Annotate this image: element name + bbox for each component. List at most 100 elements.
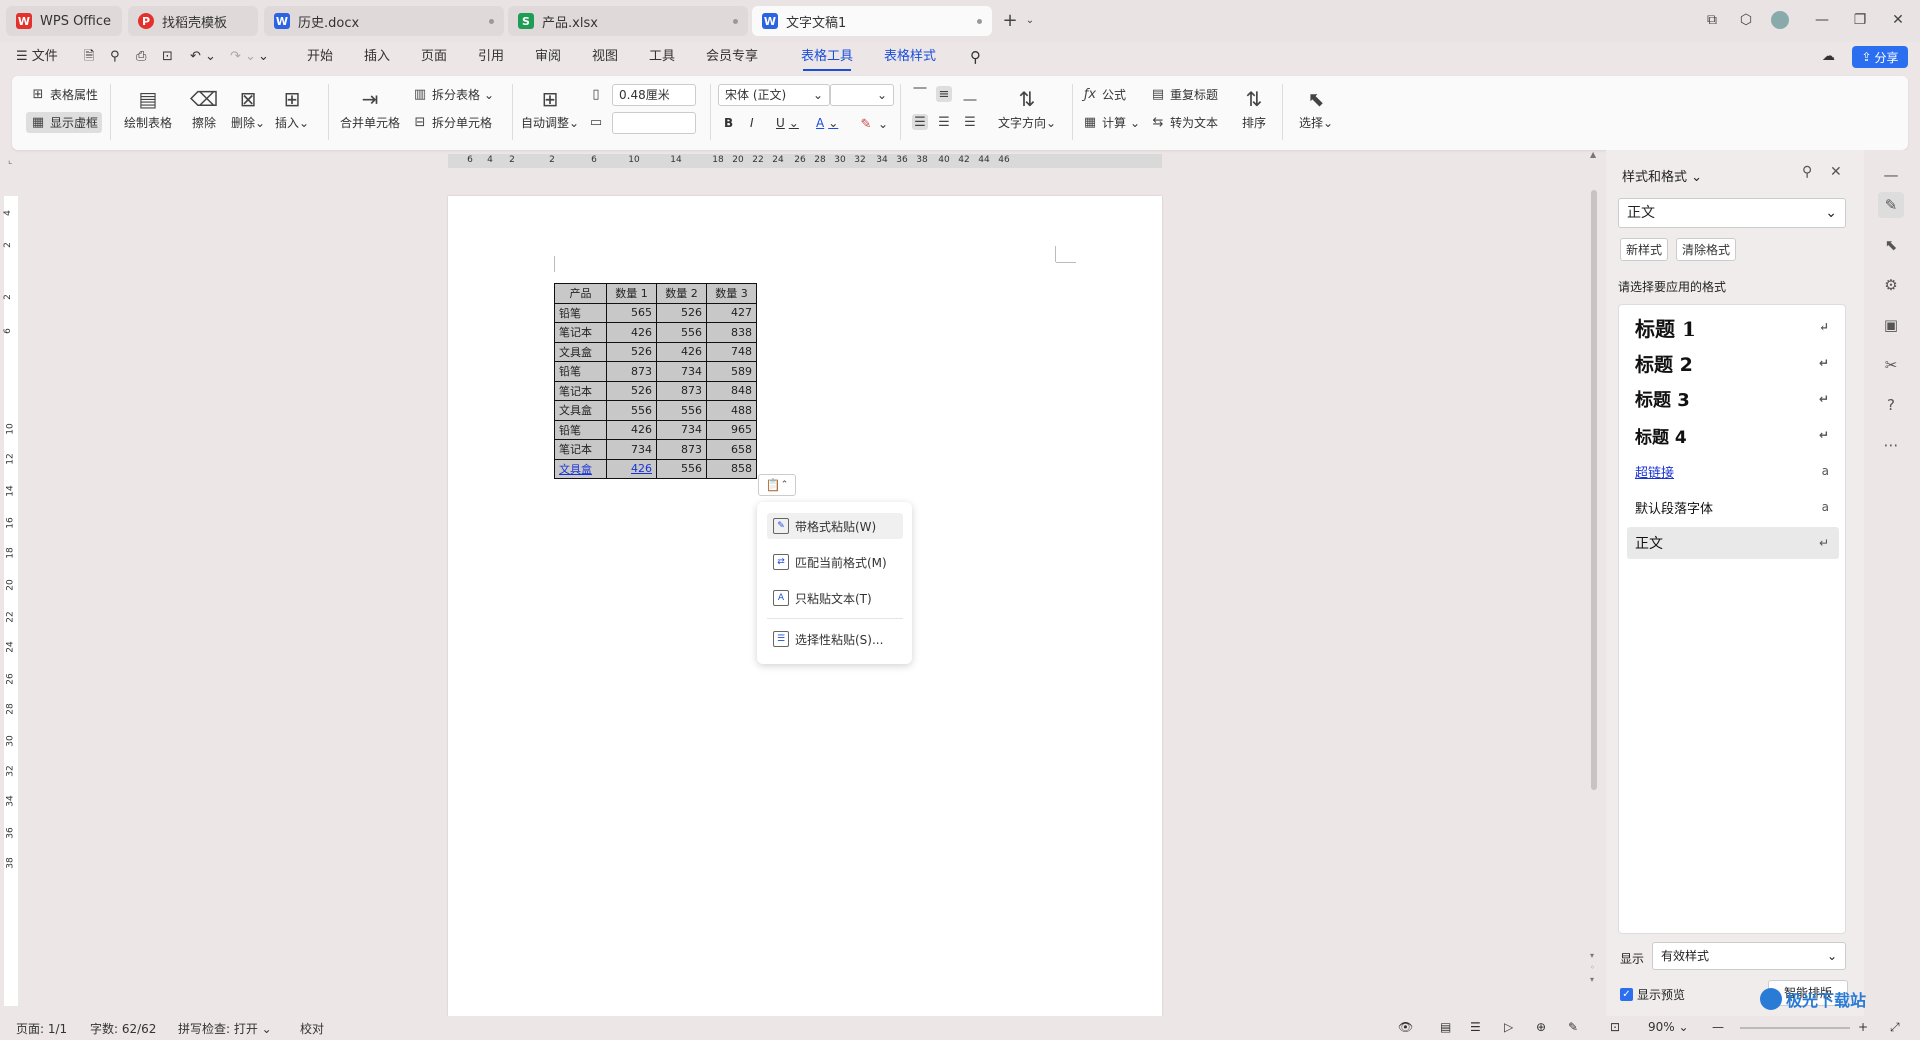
table-header-cell[interactable]: 数量 1 xyxy=(606,283,657,304)
paste-text-only-item[interactable]: A 只粘贴文本(T) xyxy=(767,585,903,611)
style-heading-1[interactable]: 标题 1 ↵ xyxy=(1627,311,1839,343)
redo-icon[interactable]: ↷ ⌄ xyxy=(230,42,256,72)
style-heading-3[interactable]: 标题 3 ↵ xyxy=(1627,383,1839,415)
more-icon[interactable]: ⋯ xyxy=(1878,432,1904,458)
menu-table-style[interactable]: 表格样式 xyxy=(884,42,936,72)
help-icon[interactable]: ? xyxy=(1878,392,1904,418)
table-cell[interactable]: 556 xyxy=(606,400,657,421)
table-cell[interactable]: 426 xyxy=(606,458,657,479)
vertical-scrollbar[interactable]: ▲ ▾ ◦ ▾ xyxy=(1588,150,1600,1016)
menu-view[interactable]: 视图 xyxy=(592,42,618,72)
table-cell[interactable]: 铅笔 xyxy=(554,302,607,323)
table-cell[interactable]: 文具盒 xyxy=(554,458,607,479)
align-bottom-icon[interactable]: ⎽ xyxy=(962,86,978,102)
calculate-button[interactable]: ▦ 计算 ⌄ xyxy=(1082,114,1140,131)
show-gridlines-button[interactable]: ▦ 显示虚框 xyxy=(26,112,103,133)
align-top-icon[interactable]: ⎺ xyxy=(912,86,928,102)
collapse-icon[interactable]: — xyxy=(1878,162,1904,188)
align-left-icon[interactable]: ☰ xyxy=(912,114,928,130)
table-cell[interactable]: 838 xyxy=(706,322,757,343)
proofread[interactable]: 校对 xyxy=(300,1020,324,1037)
play-icon[interactable]: ▷ xyxy=(1504,1020,1513,1034)
tools-icon[interactable]: ✂ xyxy=(1878,352,1904,378)
pin-icon[interactable]: ⚲ xyxy=(1802,164,1812,180)
table-cell[interactable]: 文具盒 xyxy=(554,341,607,362)
table-cell[interactable]: 565 xyxy=(606,302,657,323)
zoom-in-icon[interactable]: + xyxy=(1858,1020,1868,1034)
print-preview-icon[interactable]: ⊡ xyxy=(162,42,173,72)
paste-keep-format-item[interactable]: ✎ 带格式粘贴(W) xyxy=(767,513,903,539)
cube-icon[interactable]: ⬡ xyxy=(1734,8,1758,32)
sort-button[interactable]: ⇅ 排序 xyxy=(1234,84,1274,131)
scroll-thumb[interactable] xyxy=(1591,190,1597,790)
tab-document1[interactable]: W 文字文稿1 xyxy=(752,6,992,36)
paste-special-item[interactable]: ☰ 选择性粘贴(S)... xyxy=(767,626,903,652)
cell-height-input[interactable] xyxy=(612,112,696,134)
save-icon[interactable]: 🗎 xyxy=(84,42,94,72)
style-heading-2[interactable]: 标题 2 ↵ xyxy=(1627,347,1839,379)
align-center-icon[interactable]: ☰ xyxy=(936,114,952,130)
settings-sliders-icon[interactable]: ⚙ xyxy=(1878,272,1904,298)
fullscreen-icon[interactable]: ⤢ xyxy=(1890,1020,1900,1035)
undo-icon[interactable]: ↶ ⌄ xyxy=(190,42,216,72)
pen-icon[interactable]: ✎ xyxy=(1568,1020,1578,1034)
split-table-button[interactable]: ▥ 拆分表格 ⌄ xyxy=(412,86,494,103)
merge-cells-button[interactable]: ⇥ 合并单元格 xyxy=(338,84,402,131)
table-cell[interactable]: 556 xyxy=(656,322,707,343)
cloud-icon[interactable]: ☁ xyxy=(1822,42,1835,72)
table-cell[interactable]: 铅笔 xyxy=(554,419,607,440)
print-icon[interactable]: ⎙ xyxy=(136,42,146,72)
web-view-icon[interactable]: ⊕ xyxy=(1536,1020,1546,1034)
table-cell[interactable]: 858 xyxy=(706,458,757,479)
more-chevron-icon[interactable]: ⌄ xyxy=(258,42,269,72)
panel-title[interactable]: 样式和格式 ⌄ xyxy=(1622,166,1702,185)
scroll-up-icon[interactable]: ▲ xyxy=(1590,150,1596,159)
table-cell[interactable]: 734 xyxy=(606,439,657,460)
eye-icon[interactable]: 👁 xyxy=(1398,1020,1413,1034)
table-cell[interactable]: 658 xyxy=(706,439,757,460)
table-cell[interactable]: 556 xyxy=(656,400,707,421)
new-style-button[interactable]: 新样式 xyxy=(1620,238,1669,261)
font-color-button[interactable]: A ⌄ xyxy=(816,116,838,130)
show-preview-checkbox[interactable]: ✓ 显示预览 xyxy=(1620,986,1685,1003)
underline-button[interactable]: U ⌄ xyxy=(776,116,799,130)
avatar[interactable] xyxy=(1768,8,1792,32)
table-cell[interactable]: 589 xyxy=(706,361,757,382)
table-cell[interactable]: 488 xyxy=(706,400,757,421)
close-dot-icon[interactable] xyxy=(733,19,738,24)
style-hyperlink[interactable]: 超链接 a xyxy=(1627,455,1839,487)
select-button[interactable]: ⬉ 选择⌄ xyxy=(1290,84,1342,131)
table-cell[interactable]: 笔记本 xyxy=(554,322,607,343)
menu-page[interactable]: 页面 xyxy=(421,42,447,72)
table-cell[interactable]: 铅笔 xyxy=(554,361,607,382)
find-icon[interactable]: ⚲ xyxy=(110,42,120,72)
table-cell[interactable]: 848 xyxy=(706,380,757,401)
image-edit-icon[interactable]: ▣ xyxy=(1878,312,1904,338)
table-header-cell[interactable]: 产品 xyxy=(554,283,607,304)
tab-wps-office[interactable]: W WPS Office xyxy=(6,6,122,36)
menu-tools[interactable]: 工具 xyxy=(649,42,675,72)
menu-insert[interactable]: 插入 xyxy=(364,42,390,72)
scroll-nav-icon[interactable]: ▾ ◦ ▾ xyxy=(1590,950,1595,986)
table-cell[interactable]: 873 xyxy=(656,439,707,460)
zoom-slider[interactable] xyxy=(1740,1027,1850,1029)
table-header-cell[interactable]: 数量 3 xyxy=(706,283,757,304)
table-cell[interactable]: 427 xyxy=(706,302,757,323)
tab-template[interactable]: P 找稻壳模板 xyxy=(128,6,258,36)
menu-member[interactable]: 会员专享 xyxy=(706,42,758,72)
table-cell[interactable]: 748 xyxy=(706,341,757,362)
auto-fit-button[interactable]: ⊞ 自动调整⌄ xyxy=(520,84,580,131)
share-button[interactable]: ⇪ 分享 xyxy=(1852,46,1908,68)
menu-start[interactable]: 开始 xyxy=(307,42,333,72)
style-body[interactable]: 正文 ↵ xyxy=(1627,527,1839,559)
table-cell[interactable]: 笔记本 xyxy=(554,380,607,401)
zoom-select[interactable]: 90% ⌄ xyxy=(1648,1020,1689,1034)
menu-table-tools[interactable]: 表格工具 xyxy=(801,42,853,72)
file-menu[interactable]: ☰ 文件 xyxy=(16,42,58,72)
table-cell[interactable]: 426 xyxy=(606,419,657,440)
insert-button[interactable]: ⊞ 插入⌄ xyxy=(266,84,318,131)
horizontal-ruler[interactable]: 6 4 2 2 6 10 14 18 20 22 24 26 28 30 32 34 36 38 40 42 44 46 xyxy=(448,154,1162,168)
menu-review[interactable]: 审阅 xyxy=(535,42,561,72)
table-cell[interactable]: 873 xyxy=(606,361,657,382)
close-icon[interactable]: ✕ xyxy=(1830,164,1842,180)
